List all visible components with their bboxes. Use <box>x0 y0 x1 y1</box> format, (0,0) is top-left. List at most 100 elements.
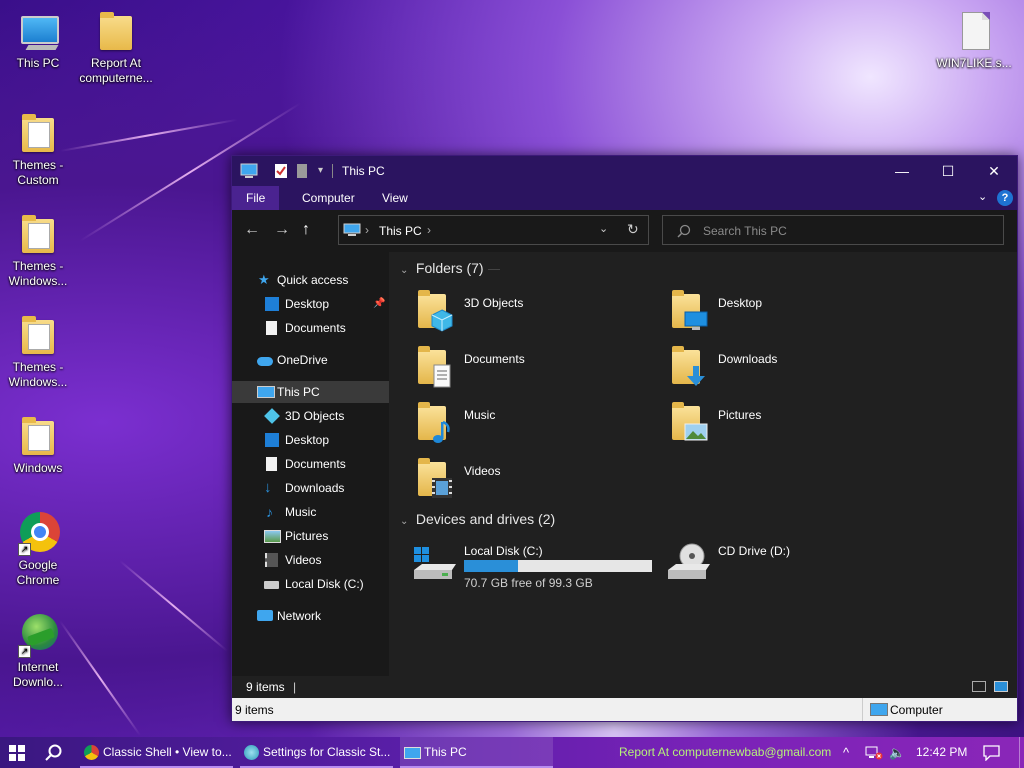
group-header-label: Folders (7) <box>415 260 484 276</box>
folder-icon <box>22 417 54 455</box>
notification-icon[interactable] <box>983 745 1000 761</box>
desktop-icon-internet-download[interactable]: ↗ Internet Downlo... <box>0 614 76 690</box>
tab-view[interactable]: View <box>368 186 422 210</box>
taskbar-app-classic-shell[interactable]: Classic Shell • View to... <box>80 737 233 768</box>
breadcrumb-this-pc[interactable]: This PC <box>379 224 422 238</box>
wallpaper-streak <box>59 118 238 152</box>
nav-qa-documents[interactable]: Documents <box>232 317 389 339</box>
folder-icon <box>100 12 132 50</box>
chrome-icon <box>84 745 99 760</box>
folder-3d-objects[interactable]: 3D Objects <box>390 290 620 344</box>
nav-this-pc[interactable]: This PC <box>232 381 389 403</box>
tab-file[interactable]: File <box>232 186 280 210</box>
show-desktop-button[interactable] <box>1019 737 1024 768</box>
nav-videos[interactable]: Videos <box>232 549 389 571</box>
nav-3d-objects[interactable]: 3D Objects <box>232 405 389 427</box>
expand-ribbon-icon[interactable]: ⌄ <box>978 190 987 203</box>
nav-quick-access[interactable]: ★ Quick access <box>232 269 389 291</box>
content-pane: ⌄ Folders (7) 3D Objects Desktop Documen… <box>390 252 1017 676</box>
taskbar-app-this-pc[interactable]: This PC <box>400 737 553 768</box>
new-folder-icon[interactable] <box>296 163 308 179</box>
nav-documents[interactable]: Documents <box>232 453 389 475</box>
monitor-icon <box>21 16 59 44</box>
folder-music[interactable]: Music <box>390 402 620 456</box>
nav-downloads[interactable]: ↓ Downloads <box>232 477 389 499</box>
back-arrow-icon[interactable]: ← <box>244 222 260 238</box>
nav-label: Videos <box>285 553 322 567</box>
desktop-icon-this-pc[interactable]: This PC <box>0 10 76 71</box>
drive-local-disk-c[interactable]: Local Disk (C:) 70.7 GB free of 99.3 GB <box>390 542 652 594</box>
folder-documents[interactable]: Documents <box>390 346 620 400</box>
search-input[interactable]: Search This PC <box>662 215 1004 245</box>
title-bar[interactable]: ▾ This PC — ☐ ✕ <box>232 156 1017 186</box>
nav-label: Desktop <box>285 433 330 447</box>
pin-icon[interactable]: 📌 <box>373 293 385 315</box>
taskbar-report-link[interactable]: Report At computernewbab@gmail.com <box>619 737 831 768</box>
drive-usage-bar <box>464 560 652 572</box>
properties-icon[interactable] <box>274 163 288 179</box>
desktop-icon-google-chrome[interactable]: ↗ Google Chrome <box>0 512 76 588</box>
collapse-chevron-icon[interactable]: ⌄ <box>400 265 412 276</box>
folder-label: Desktop <box>718 296 763 310</box>
taskbar-app-settings[interactable]: Settings for Classic St... <box>240 737 393 768</box>
desktop-icon-themes-windows-1[interactable]: Themes - Windows... <box>0 213 76 289</box>
computer-icon <box>404 747 421 759</box>
desktop-icon-report[interactable]: Report At computerne... <box>78 10 154 86</box>
breadcrumb-separator[interactable]: › <box>365 223 369 237</box>
close-button[interactable]: ✕ <box>971 156 1017 186</box>
desktop-icon-label: Themes - Custom <box>12 158 64 187</box>
nav-qa-desktop[interactable]: Desktop 📌 <box>232 293 389 315</box>
star-icon: ★ <box>258 272 270 287</box>
search-icon <box>677 224 691 238</box>
folder-icon <box>22 215 54 253</box>
up-arrow-icon[interactable]: ↑ <box>302 222 310 238</box>
tab-computer[interactable]: Computer <box>288 186 369 210</box>
folder-label: Music <box>464 408 496 422</box>
folder-desktop[interactable]: Desktop <box>644 290 874 344</box>
forward-arrow-icon[interactable]: → <box>274 222 290 238</box>
folder-pictures[interactable]: Pictures <box>644 402 874 456</box>
group-header-folders[interactable]: ⌄ Folders (7) <box>400 260 1000 276</box>
address-dropdown-icon[interactable]: ⌄ <box>599 222 608 235</box>
nav-local-disk[interactable]: Local Disk (C:) <box>232 573 389 595</box>
customize-quick-access-icon[interactable]: ▾ <box>318 163 323 179</box>
nav-pictures[interactable]: Pictures <box>232 525 389 547</box>
volume-icon[interactable]: 🔈 <box>889 737 905 768</box>
search-icon[interactable] <box>45 744 63 762</box>
explorer-window: ▾ This PC — ☐ ✕ File Computer View ⌄ ? ←… <box>231 155 1018 722</box>
drive-free-space: 70.7 GB free of 99.3 GB <box>464 576 593 590</box>
breadcrumb-separator[interactable]: › <box>427 223 431 237</box>
nav-label: This PC <box>277 385 320 399</box>
group-header-devices[interactable]: ⌄ Devices and drives (2) <box>400 511 1000 527</box>
folder-label: Pictures <box>718 408 762 422</box>
nav-label: Documents <box>285 321 346 335</box>
shortcut-arrow-icon: ↗ <box>18 645 31 658</box>
navigation-pane: ★ Quick access Desktop 📌 Documents OneDr… <box>232 252 389 676</box>
nav-label: 3D Objects <box>285 409 345 423</box>
help-icon[interactable]: ? <box>997 190 1013 206</box>
folder-downloads[interactable]: Downloads <box>644 346 874 400</box>
taskbar-clock[interactable]: 12:42 PM <box>916 737 967 768</box>
refresh-icon[interactable]: ↻ <box>627 221 639 238</box>
address-bar[interactable]: › This PC › ⌄ ↻ <box>338 215 649 245</box>
folder-videos[interactable]: Videos <box>390 458 620 512</box>
nav-desktop[interactable]: Desktop <box>232 429 389 451</box>
network-icon[interactable] <box>865 746 883 760</box>
nav-music[interactable]: ♪ Music <box>232 501 389 523</box>
desktop-icon-themes-windows-2[interactable]: Themes - Windows... <box>0 314 76 390</box>
drive-cd-d[interactable]: CD Drive (D:) <box>644 542 874 594</box>
nav-onedrive[interactable]: OneDrive <box>232 349 389 371</box>
picture-icon <box>264 530 281 543</box>
desktop-icon-windows[interactable]: Windows <box>0 415 76 476</box>
collapse-chevron-icon[interactable]: ⌄ <box>400 516 412 527</box>
windows-start-icon[interactable] <box>9 745 25 761</box>
show-hidden-icons-chevron-icon[interactable]: ^ <box>843 737 849 768</box>
details-view-icon[interactable] <box>972 681 986 692</box>
desktop-icon-win7like[interactable]: WIN7LIKE.s... <box>936 10 1012 71</box>
large-icons-view-icon[interactable] <box>994 681 1008 692</box>
nav-network[interactable]: Network <box>232 605 389 627</box>
wallpaper-streak <box>119 560 228 652</box>
minimize-button[interactable]: — <box>879 156 925 186</box>
desktop-icon-themes-custom[interactable]: Themes - Custom <box>0 112 76 188</box>
maximize-button[interactable]: ☐ <box>925 156 971 186</box>
